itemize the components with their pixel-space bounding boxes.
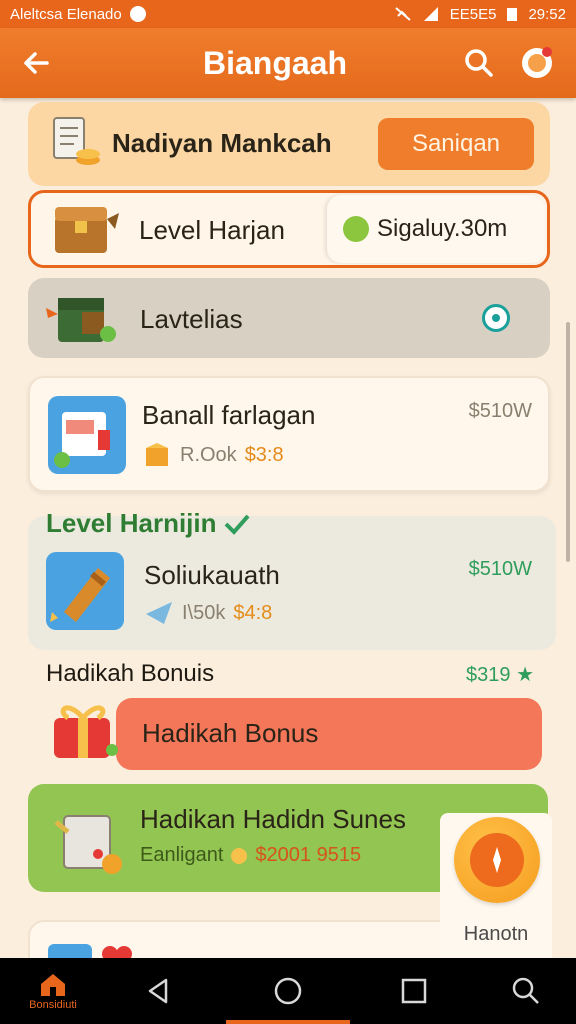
item-small-price-2: $4:8 bbox=[233, 601, 273, 624]
nav-indicator bbox=[226, 1020, 350, 1024]
offer-price: $2001 9515 bbox=[255, 844, 362, 866]
paper-plane-icon bbox=[146, 602, 172, 624]
header-card-title: Nadiyan Mankcah bbox=[112, 128, 332, 158]
document-coins-icon bbox=[53, 117, 100, 165]
fab-container: Hanotn bbox=[440, 813, 552, 958]
nav-home-label: Bonsidiuti bbox=[29, 999, 77, 1011]
level-card-title: Level Harjan bbox=[139, 215, 285, 245]
item-qty-2: I\50k bbox=[182, 601, 226, 624]
item-meta-1: R.Ook $3:8 bbox=[142, 442, 284, 468]
timer-text: Sigaluy.30m bbox=[377, 215, 508, 242]
notification-icon bbox=[129, 6, 146, 22]
content-area: Nadiyan Mankcah Saniqan Level Harjan Sig… bbox=[0, 98, 576, 958]
offer-meta: Eanligant $2001 9515 bbox=[140, 844, 361, 867]
item-thumbnail-1 bbox=[48, 396, 126, 474]
clock: 29:52 bbox=[528, 5, 566, 23]
status-bar: Aleltcsa Elenado EE5E5 29:52 bbox=[0, 0, 576, 28]
scrollbar[interactable] bbox=[566, 322, 570, 562]
coin-icon bbox=[231, 847, 248, 864]
option-card-title: Lavtelias bbox=[140, 304, 243, 334]
bonus-section-price-text: $319 bbox=[466, 664, 511, 686]
nav-home[interactable]: Bonsidiuti bbox=[18, 958, 88, 1024]
gift-box-icon bbox=[54, 705, 118, 758]
navigation-bar: Bonsidiuti bbox=[0, 958, 576, 1024]
item-thumbnail-2 bbox=[46, 552, 124, 630]
timer-icon bbox=[343, 216, 369, 242]
back-arrow-icon[interactable] bbox=[6, 33, 66, 93]
nav-recents[interactable] bbox=[394, 958, 434, 1024]
compass-icon bbox=[470, 833, 524, 887]
compass-fab[interactable] bbox=[454, 817, 540, 903]
check-icon bbox=[224, 514, 250, 535]
offer-title: Hadikan Hadidn Sunes bbox=[140, 804, 406, 834]
nav-home-circle[interactable] bbox=[268, 958, 308, 1024]
timer-chip: Sigaluy.30m bbox=[327, 195, 545, 263]
treasure-chest-icon bbox=[55, 207, 119, 253]
item-card-1[interactable]: Banall farlagan R.Ook $3:8 $510W bbox=[28, 376, 550, 492]
level-card[interactable]: Level Harjan Sigaluy.30m bbox=[28, 190, 550, 268]
nav-back[interactable] bbox=[138, 958, 178, 1024]
item-price-2: $510W bbox=[468, 558, 532, 580]
offer-sub: Eanligant bbox=[140, 844, 224, 866]
nav-search-icon bbox=[512, 977, 539, 1004]
fab-label: Hanotn bbox=[463, 923, 529, 945]
back-triangle-icon bbox=[148, 978, 168, 1004]
next-card-icon bbox=[48, 944, 132, 958]
section-label-level: Level Harnijin bbox=[46, 508, 251, 539]
item-title-2: Soliukauath bbox=[144, 560, 280, 590]
bonus-button-label: Hadikah Bonus bbox=[142, 718, 319, 748]
item-title-1: Banall farlagan bbox=[142, 400, 316, 430]
signal-icon bbox=[423, 7, 438, 21]
item-qty-1: R.Ook bbox=[180, 443, 237, 466]
item-price-1: $510W bbox=[468, 400, 532, 422]
search-icon[interactable] bbox=[454, 38, 504, 88]
section-label-level-text: Level Harnijin bbox=[46, 508, 217, 538]
bonus-section-price: $319 ★ bbox=[466, 662, 534, 687]
offer-thumbnail bbox=[48, 802, 126, 880]
header-card: Nadiyan Mankcah Saniqan bbox=[28, 102, 550, 186]
recents-square-icon bbox=[401, 978, 427, 1004]
profile-avatar-icon[interactable] bbox=[512, 38, 562, 88]
home-circle-icon bbox=[274, 977, 302, 1005]
bonus-section-label: Hadikah Bonuis bbox=[46, 660, 215, 687]
item-meta-2: I\50k $4:8 bbox=[144, 600, 272, 626]
mute-icon bbox=[395, 7, 411, 21]
green-chest-icon bbox=[46, 298, 116, 342]
page-title: Biangaah bbox=[202, 44, 348, 81]
bonus-button[interactable]: Hadikah Bonus bbox=[116, 698, 542, 770]
option-radio[interactable] bbox=[482, 304, 510, 332]
box-icon bbox=[146, 443, 168, 466]
star-icon: ★ bbox=[516, 664, 534, 686]
battery-icon bbox=[507, 8, 518, 21]
status-label: EE5E5 bbox=[449, 5, 497, 23]
option-card[interactable]: Lavtelias bbox=[28, 278, 550, 358]
carrier-text: Aleltcsa Elenado bbox=[10, 5, 122, 23]
app-bar: Biangaah bbox=[0, 28, 576, 98]
home-icon bbox=[41, 974, 65, 996]
header-card-button[interactable]: Saniqan bbox=[378, 118, 534, 170]
nav-search[interactable] bbox=[506, 958, 546, 1024]
item-small-price-1: $3:8 bbox=[244, 443, 284, 466]
